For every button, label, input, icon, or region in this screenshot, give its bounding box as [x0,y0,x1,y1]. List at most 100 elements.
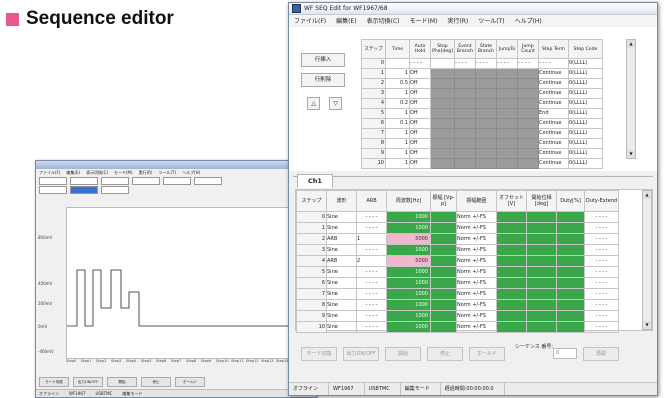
sequence-cell[interactable]: Off [409,138,431,149]
sequence-scrollbar[interactable]: ▲ ▼ [626,39,636,159]
stop-button[interactable]: 停止 [427,347,463,361]
channel-row[interactable]: 3 Sine - - - -1000 Norm +/-FS - - - - [296,244,619,256]
sequence-row[interactable]: 3 1 Off Continue 0(LLLL) [361,88,603,99]
sequence-cell[interactable]: 8 [361,138,386,149]
bg-select[interactable] [101,185,129,194]
sequence-cell[interactable]: 5 [361,108,386,119]
sequence-cell[interactable] [475,158,497,169]
sequence-cell[interactable]: Continue [538,138,569,149]
sequence-cell[interactable]: 0(LLLL) [568,78,603,89]
sequence-cell[interactable]: 1 [385,158,410,169]
sequence-cell[interactable] [475,118,497,129]
channel-cell[interactable]: 1000 [386,321,431,333]
channel-cell[interactable]: 1000 [386,277,431,289]
sequence-cell[interactable] [475,148,497,159]
sequence-cell[interactable]: 1 [385,88,410,99]
channel-cell[interactable] [496,222,527,234]
channel-cell[interactable]: 1 [296,222,327,234]
sequence-cell[interactable] [454,78,476,89]
bg-hold-button[interactable]: ホールド [175,377,205,387]
channel-cell[interactable]: - - - - [356,211,387,223]
sequence-cell[interactable] [475,128,497,139]
sequence-cell[interactable]: 7 [361,128,386,139]
sequence-row[interactable]: 6 0.1 Off Continue 0(LLLL) [361,118,603,129]
sequence-cell[interactable] [454,88,476,99]
channel-cell[interactable] [496,266,527,278]
mode-switch-button[interactable]: モード切換 [301,347,337,361]
sequence-row[interactable]: 2 0.5 Off Continue 0(LLLL) [361,78,603,89]
sequence-cell[interactable] [430,158,455,169]
bg-menu-view[interactable]: 表示切換(C) [86,170,108,176]
channel-cell[interactable] [526,211,557,223]
hold-button[interactable]: ホールド [469,347,505,361]
sequence-cell[interactable]: Continue [538,118,569,129]
bg-menu-file[interactable]: ファイル(F) [39,170,60,176]
sequence-cell[interactable]: Continue [538,98,569,109]
channel-cell[interactable] [496,244,527,256]
sequence-cell[interactable] [430,118,455,129]
channel-cell[interactable] [430,244,457,256]
move-down-button[interactable]: ▽ [329,97,342,110]
channel-cell[interactable]: 1000 [386,299,431,311]
channel-cell[interactable] [556,222,585,234]
sequence-cell[interactable]: Off [409,148,431,159]
channel-cell[interactable]: - - - - [584,255,619,267]
channel-cell[interactable] [556,321,585,333]
sequence-cell[interactable]: 2 [361,78,386,89]
bg-select[interactable] [132,176,160,185]
bg-select[interactable] [39,176,67,185]
channel-scrollbar[interactable]: ▲ ▼ [642,190,652,330]
sequence-cell[interactable] [430,138,455,149]
sequence-cell[interactable] [430,88,455,99]
menu-tool[interactable]: ツール(T) [478,16,504,25]
channel-cell[interactable]: Norm +/-FS [456,255,497,267]
channel-cell[interactable] [526,288,557,300]
channel-cell[interactable] [496,310,527,322]
channel-cell[interactable] [496,255,527,267]
sequence-row[interactable]: 10 1 Off Continue 0(LLLL) [361,158,603,169]
sequence-cell[interactable] [454,158,476,169]
channel-cell[interactable]: ARB [326,255,357,267]
channel-cell[interactable]: Norm +/-FS [456,266,497,278]
sequence-cell[interactable]: - - - - [454,58,476,69]
channel-cell[interactable]: - - - - [584,310,619,322]
scroll-up-icon[interactable]: ▲ [627,40,635,48]
channel-cell[interactable] [526,255,557,267]
sequence-cell[interactable]: 0 [361,58,386,69]
channel-cell[interactable] [526,321,557,333]
channel-cell[interactable]: 10 [296,321,327,333]
channel-cell[interactable]: Norm +/-FS [456,299,497,311]
sequence-cell[interactable] [496,68,518,79]
bg-stop-button[interactable]: 停止 [141,377,171,387]
channel-cell[interactable] [430,255,457,267]
sequence-cell[interactable] [430,68,455,79]
channel-cell[interactable]: - - - - [356,310,387,322]
channel-cell[interactable]: Norm +/-FS [456,233,497,245]
sequence-cell[interactable]: 1 [385,138,410,149]
sequence-cell[interactable]: 1 [361,68,386,79]
channel-cell[interactable]: 5 [296,266,327,278]
channel-cell[interactable] [556,233,585,245]
channel-cell[interactable] [556,310,585,322]
channel-cell[interactable] [430,233,457,245]
channel-cell[interactable] [556,299,585,311]
insert-row-button[interactable]: 行挿入 [301,53,345,67]
sequence-cell[interactable]: 1 [385,68,410,79]
sequence-cell[interactable]: 0(LLLL) [568,148,603,159]
sequence-cell[interactable] [496,148,518,159]
sequence-cell[interactable]: Off [409,68,431,79]
channel-row[interactable]: 9 Sine - - - -1000 Norm +/-FS - - - - [296,310,619,322]
sequence-cell[interactable]: Off [409,128,431,139]
sequence-cell[interactable] [475,108,497,119]
sequence-cell[interactable]: Off [409,98,431,109]
channel-cell[interactable]: - - - - [584,233,619,245]
channel-cell[interactable]: - - - - [356,266,387,278]
sequence-cell[interactable]: Off [409,108,431,119]
sequence-cell[interactable]: 9 [361,148,386,159]
sequence-cell[interactable]: 0(LLLL) [568,118,603,129]
channel-cell[interactable]: - - - - [584,266,619,278]
sequence-cell[interactable] [517,98,539,109]
channel-cell[interactable] [496,288,527,300]
sequence-cell[interactable] [475,78,497,89]
sequence-cell[interactable] [496,158,518,169]
